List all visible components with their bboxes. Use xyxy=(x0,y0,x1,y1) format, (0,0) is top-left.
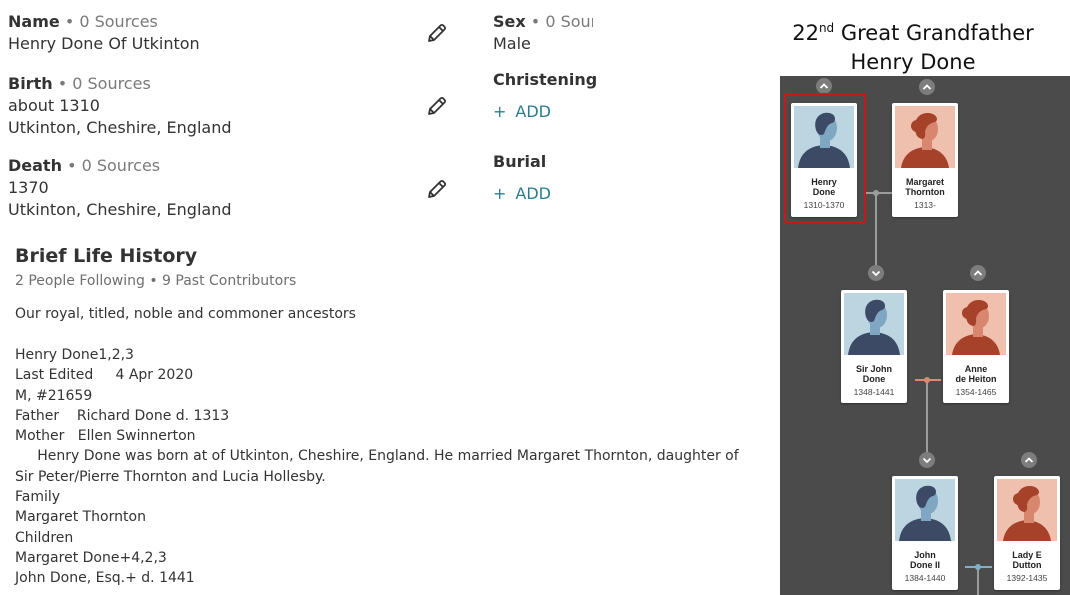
history-line: M, #21659 xyxy=(15,387,93,404)
pencil-icon xyxy=(425,177,449,201)
birth-date: about 1310 xyxy=(8,96,100,115)
plus-icon: + xyxy=(493,184,507,203)
add-christening-button[interactable]: + ADD xyxy=(493,101,597,123)
death-sources[interactable]: • 0 Sources xyxy=(67,156,160,175)
history-line: Margaret Thornton xyxy=(15,509,146,526)
add-christening-label: ADD xyxy=(515,102,551,121)
person-card-lady-e-dutton[interactable]: Lady E Dutton 1392-1435 xyxy=(994,476,1060,590)
sex-fact: Sex • 0 Sources Male xyxy=(493,11,593,55)
history-line: Mother Ellen Swinnerton xyxy=(15,428,196,445)
sex-sources[interactable]: • 0 Sources xyxy=(531,12,593,31)
chevron-up-icon xyxy=(816,78,832,94)
history-paragraph: Henry Done was born at of Utkinton, Ches… xyxy=(15,448,744,485)
chevron-up-icon xyxy=(1021,452,1037,468)
life-history-meta[interactable]: 2 People Following • 9 Past Contributors xyxy=(15,273,296,289)
death-fact: Death • 0 Sources 1370 Utkinton, Cheshir… xyxy=(8,155,231,221)
person-dates: 1392-1435 xyxy=(1006,573,1048,583)
name-label: Name xyxy=(8,12,60,31)
ancestor-name-title: Henry Done xyxy=(850,50,976,74)
male-avatar xyxy=(844,293,904,355)
person-name: Sir John Done xyxy=(855,364,892,384)
person-dates: 1354-1465 xyxy=(955,387,997,397)
chevron-down-icon xyxy=(868,265,884,281)
chevron-up-icon xyxy=(970,265,986,281)
history-line: Henry Done1,2,3 xyxy=(15,347,134,363)
death-date: 1370 xyxy=(8,178,49,197)
history-line: Margaret Done+4,2,3 xyxy=(15,549,167,566)
descent-line xyxy=(926,380,928,460)
add-burial-label: ADD xyxy=(515,184,551,203)
plus-icon: + xyxy=(493,102,507,121)
history-line: Children xyxy=(15,529,74,546)
edit-birth-button[interactable] xyxy=(425,94,449,118)
person-dates: 1384-1440 xyxy=(904,573,946,583)
female-avatar xyxy=(997,479,1057,541)
connector-dot xyxy=(873,190,879,196)
birth-place: Utkinton, Cheshire, England xyxy=(8,118,232,137)
generation-title: 22nd Great Grandfather Henry Done xyxy=(780,14,1046,77)
person-name: Anne de Heiton xyxy=(955,364,997,384)
death-place: Utkinton, Cheshire, England xyxy=(8,200,232,219)
female-avatar xyxy=(946,293,1006,355)
edit-name-button[interactable] xyxy=(425,21,449,45)
pencil-icon xyxy=(425,94,449,118)
pencil-icon xyxy=(425,21,449,45)
expand-up-button[interactable] xyxy=(919,79,935,95)
add-burial-button[interactable]: + ADD xyxy=(493,183,551,205)
expand-up-button[interactable] xyxy=(1021,452,1037,468)
sex-label: Sex xyxy=(493,12,526,31)
expand-up-button[interactable] xyxy=(970,265,986,281)
generation-number: 22 xyxy=(792,21,819,45)
life-history-title: Brief Life History xyxy=(15,245,198,267)
burial-fact: Burial + ADD xyxy=(493,151,551,205)
christening-fact: Christening + ADD xyxy=(493,69,597,123)
life-history-description: Our royal, titled, noble and commoner an… xyxy=(15,306,356,322)
name-value: Henry Done Of Utkinton xyxy=(8,34,200,53)
chevron-up-icon xyxy=(919,79,935,95)
person-name: John Done II xyxy=(909,550,940,570)
expand-up-button[interactable] xyxy=(816,78,832,94)
person-dates: 1313- xyxy=(914,200,936,210)
death-label: Death xyxy=(8,156,62,175)
connector-dot xyxy=(975,564,981,570)
generation-label: Great Grandfather xyxy=(834,21,1034,45)
birth-fact: Birth • 0 Sources about 1310 Utkinton, C… xyxy=(8,73,231,139)
name-sources[interactable]: • 0 Sources xyxy=(65,12,158,31)
person-card-john-done-ii[interactable]: John Done II 1384-1440 xyxy=(892,476,958,590)
connector-dot xyxy=(924,377,930,383)
history-line: John Done, Esq.+ d. 1441 xyxy=(15,570,195,587)
descent-line xyxy=(977,567,979,595)
generation-ordinal: nd xyxy=(818,21,835,35)
sex-value: Male xyxy=(493,34,531,53)
edit-death-button[interactable] xyxy=(425,177,449,201)
person-name: Margaret Thornton xyxy=(905,177,945,197)
life-history-body: Henry Done1,2,3 Last Edited 4 Apr 2020 M… xyxy=(15,345,760,589)
person-card-anne-de-heiton[interactable]: Anne de Heiton 1354-1465 xyxy=(943,290,1009,403)
history-line: Family xyxy=(15,489,61,506)
person-name: Lady E Dutton xyxy=(1012,550,1042,570)
person-card-sir-john-done[interactable]: Sir John Done 1348-1441 xyxy=(841,290,907,403)
person-dates: 1348-1441 xyxy=(853,387,895,397)
birth-sources[interactable]: • 0 Sources xyxy=(58,74,151,93)
history-line: Last Edited 4 Apr 2020 xyxy=(15,367,194,384)
chevron-down-icon xyxy=(919,452,935,468)
pedigree-tree[interactable]: Henry Done 1310-1370 Margaret Thornton 131… xyxy=(780,76,1070,595)
name-fact: Name • 0 Sources Henry Done Of Utkinton xyxy=(8,11,200,55)
birth-label: Birth xyxy=(8,74,53,93)
burial-label: Burial xyxy=(493,152,547,171)
expand-down-button[interactable] xyxy=(919,452,935,468)
female-avatar xyxy=(895,106,955,168)
person-card-margaret-thornton[interactable]: Margaret Thornton 1313- xyxy=(892,103,958,217)
expand-down-button[interactable] xyxy=(868,265,884,281)
male-avatar xyxy=(895,479,955,541)
history-line: Father Richard Done d. 1313 xyxy=(15,407,230,424)
descent-line xyxy=(875,193,877,273)
couple-connector xyxy=(866,192,892,194)
selected-person-highlight xyxy=(784,93,866,223)
christening-label: Christening xyxy=(493,70,598,89)
